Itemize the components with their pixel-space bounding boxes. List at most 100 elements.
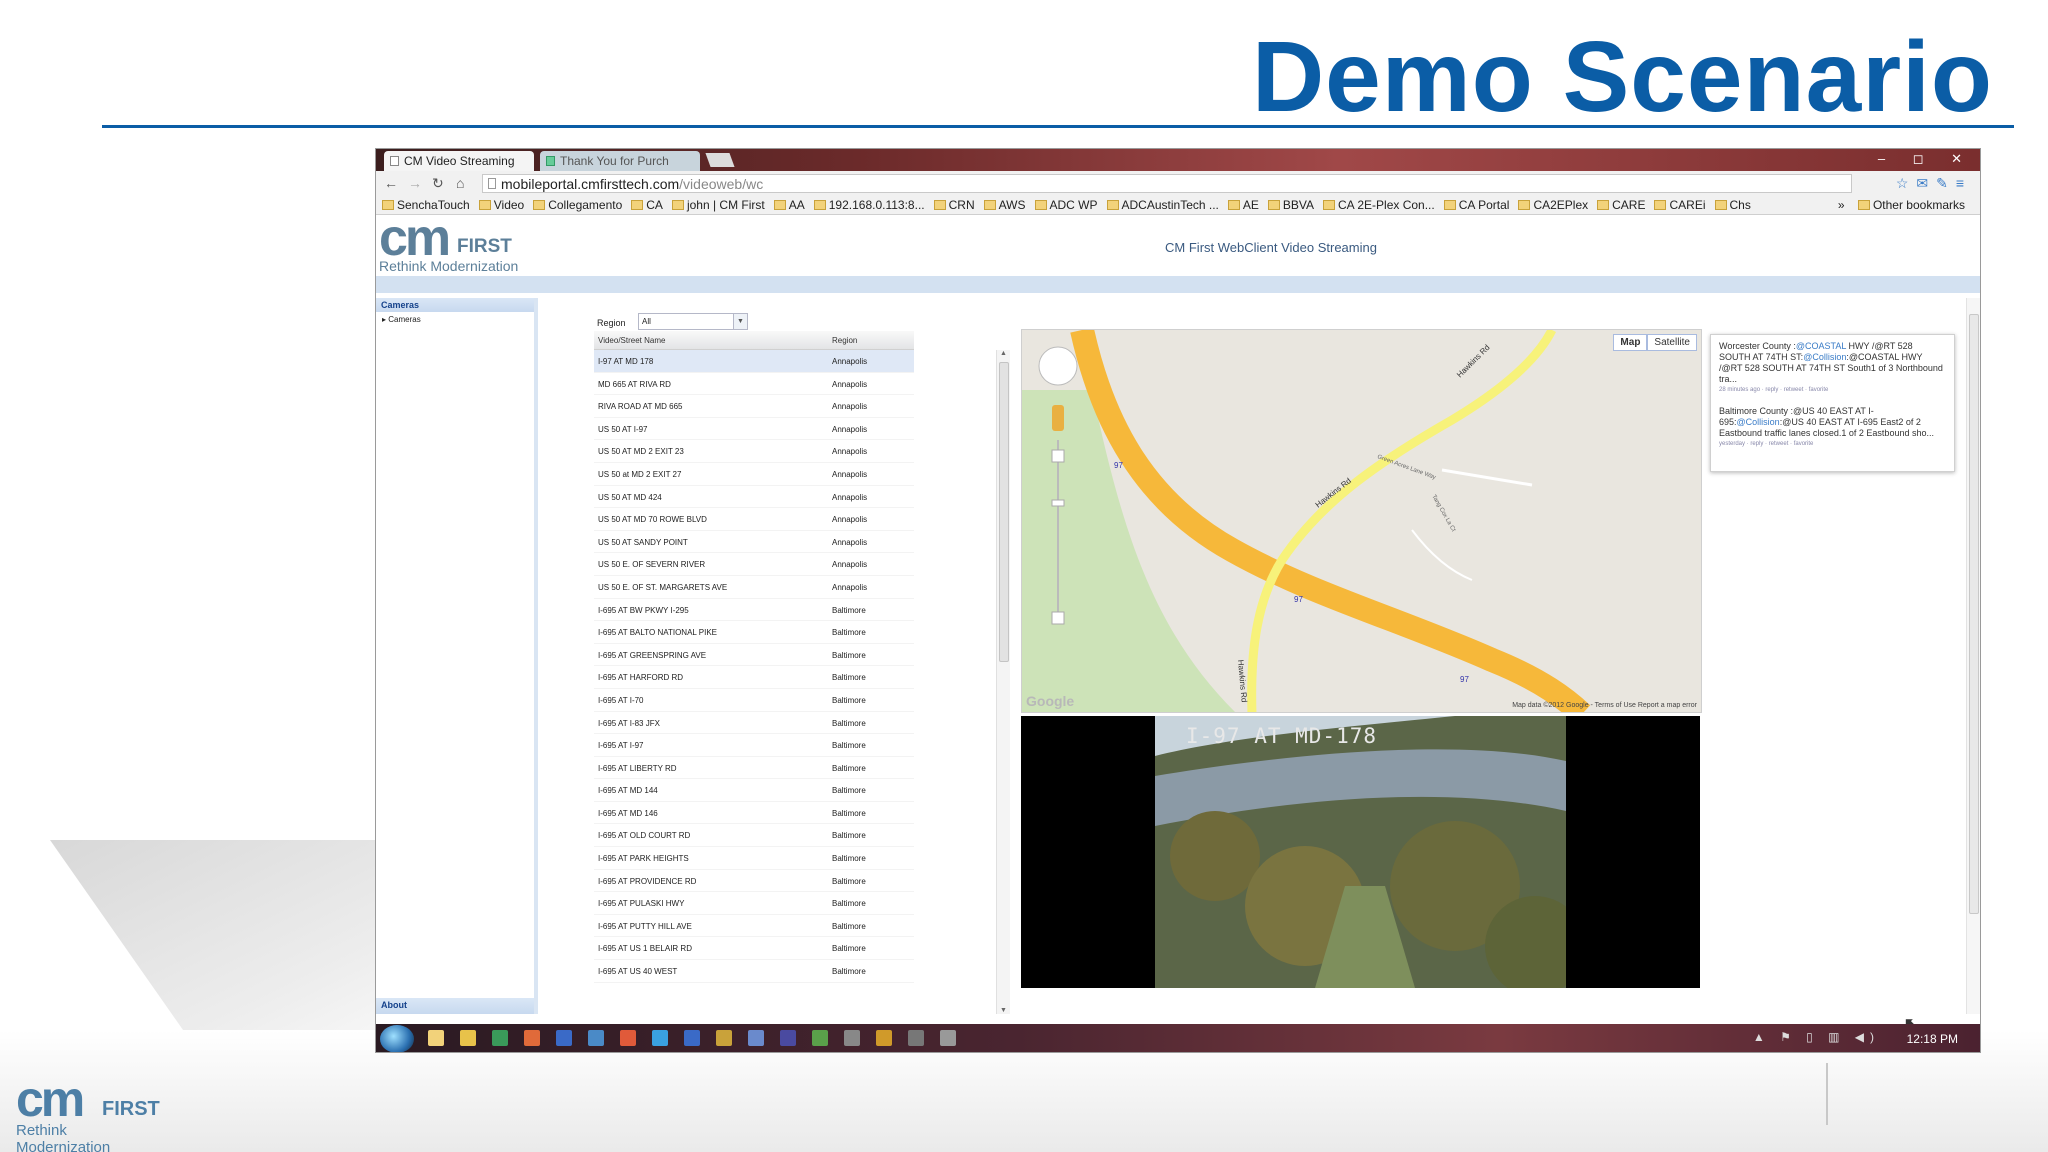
zoom-out-icon[interactable] — [1051, 611, 1065, 625]
other-bookmarks-label[interactable]: Other bookmarks — [1858, 198, 1965, 212]
table-row[interactable]: US 50 AT I-97 Annapolis — [594, 418, 914, 441]
table-row[interactable]: I-695 AT PROVIDENCE RD Baltimore — [594, 870, 914, 893]
tweet-link[interactable]: @Collision — [1737, 417, 1780, 427]
bookmark-item[interactable]: 192.168.0.113:8... — [814, 198, 925, 212]
clock[interactable]: 12:18 PM — [1907, 1032, 1958, 1046]
chevron-down-icon[interactable]: ▼ — [733, 314, 747, 329]
table-row[interactable]: RIVA ROAD AT MD 665 Annapolis — [594, 395, 914, 418]
table-row[interactable]: I-695 AT I-83 JFX Baltimore — [594, 712, 914, 735]
taskbar-app-icon[interactable] — [428, 1030, 444, 1046]
bookmark-item[interactable]: CA Portal — [1444, 198, 1510, 212]
tweet-meta[interactable]: yesterday · reply · retweet · favorite — [1719, 439, 1946, 450]
grid-scrollbar[interactable]: ▲ ▼ — [996, 350, 1010, 1014]
extension-icons[interactable]: ☆✉✎≡ — [1896, 175, 1972, 192]
region-select[interactable]: All ▼ — [638, 313, 748, 330]
taskbar-app-icon[interactable] — [940, 1030, 956, 1046]
table-row[interactable]: I-695 AT LIBERTY RD Baltimore — [594, 757, 914, 780]
taskbar-app-icon[interactable] — [460, 1030, 476, 1046]
bookmark-item[interactable]: CA 2E-Plex Con... — [1323, 198, 1435, 212]
bookmark-item[interactable]: AE — [1228, 198, 1259, 212]
table-row[interactable]: I-695 AT PULASKI HWY Baltimore — [594, 892, 914, 915]
tree-item-cameras[interactable]: ▸ Cameras — [376, 312, 534, 327]
table-row[interactable]: I-695 AT PARK HEIGHTS Baltimore — [594, 847, 914, 870]
reload-icon[interactable]: ↻ — [432, 175, 444, 192]
table-row[interactable]: US 50 AT MD 2 EXIT 23 Annapolis — [594, 440, 914, 463]
taskbar-app-icon[interactable] — [748, 1030, 764, 1046]
table-row[interactable]: I-695 AT HARFORD RD Baltimore — [594, 666, 914, 689]
pan-control-icon[interactable] — [1038, 346, 1078, 386]
map-view[interactable]: 97 97 97 Hawkins Rd Hawkins Rd Hawkins R… — [1021, 329, 1702, 713]
system-tray[interactable]: ▲ ⚑ ▯ ▥ ◀) — [1753, 1030, 1880, 1044]
table-row[interactable]: I-695 AT BALTO NATIONAL PIKE Baltimore — [594, 621, 914, 644]
taskbar-app-icon[interactable] — [492, 1030, 508, 1046]
bookmark-item[interactable]: AA — [774, 198, 805, 212]
bookmarks-overflow[interactable]: » — [1838, 198, 1845, 212]
taskbar-app-icon[interactable] — [844, 1030, 860, 1046]
tweet-link[interactable]: @Collision — [1803, 352, 1846, 362]
table-row[interactable]: I-695 AT US 1 BELAIR RD Baltimore — [594, 937, 914, 961]
table-row[interactable]: I-695 AT MD 144 Baltimore — [594, 779, 914, 802]
video-player[interactable]: I-97 AT MD-178 — [1021, 716, 1700, 988]
bookmark-item[interactable]: Collegamento — [533, 198, 622, 212]
zoom-in-icon[interactable] — [1051, 449, 1065, 463]
home-icon[interactable]: ⌂ — [456, 175, 464, 191]
taskbar-app-icon[interactable] — [684, 1030, 700, 1046]
scroll-down-icon[interactable]: ▼ — [1000, 1007, 1007, 1014]
table-row[interactable]: US 50 AT SANDY POINT Annapolis — [594, 531, 914, 554]
taskbar-app-icon[interactable] — [620, 1030, 636, 1046]
tweet-link[interactable]: @COASTAL — [1796, 341, 1846, 351]
table-row[interactable]: I-695 AT I-97 Baltimore — [594, 734, 914, 757]
bookmark-item[interactable]: CA — [631, 198, 663, 212]
bookmark-item[interactable]: john | CM First — [672, 198, 765, 212]
scroll-up-icon[interactable]: ▲ — [1000, 350, 1007, 357]
table-row[interactable]: I-695 AT GREENSPRING AVE Baltimore — [594, 644, 914, 667]
back-icon[interactable]: ← — [384, 175, 398, 191]
page-scrollbar[interactable] — [1966, 298, 1980, 1014]
bookmark-item[interactable]: AWS — [984, 198, 1026, 212]
table-row[interactable]: US 50 at MD 2 EXIT 27 Annapolis — [594, 463, 914, 486]
tweet-meta[interactable]: 28 minutes ago · reply · retweet · favor… — [1719, 385, 1946, 396]
tab-cm-video-streaming[interactable]: CM Video Streaming — [384, 151, 534, 171]
taskbar-app-icon[interactable] — [524, 1030, 540, 1046]
about-panel-header[interactable]: About — [376, 998, 534, 1014]
window-controls[interactable]: – ◻ ✕ — [1878, 151, 1974, 167]
table-row[interactable]: US 50 AT MD 424 Annapolis — [594, 486, 914, 509]
bookmark-item[interactable]: CA2EPlex — [1518, 198, 1588, 212]
satellite-button[interactable]: Satellite — [1647, 334, 1697, 351]
taskbar-app-icon[interactable] — [588, 1030, 604, 1046]
zoom-handle[interactable] — [1051, 499, 1065, 507]
map-attribution[interactable]: Map data ©2012 Google - Terms of Use Rep… — [1512, 702, 1697, 709]
taskbar-app-icon[interactable] — [556, 1030, 572, 1046]
bookmark-item[interactable]: ADCAustinTech ... — [1107, 198, 1219, 212]
start-button[interactable] — [380, 1025, 414, 1052]
table-row[interactable]: US 50 AT MD 70 ROWE BLVD Annapolis — [594, 508, 914, 531]
table-row[interactable]: I-695 AT MD 146 Baltimore — [594, 802, 914, 825]
table-row[interactable]: US 50 E. OF SEVERN RIVER Annapolis — [594, 553, 914, 576]
other-bookmarks[interactable]: » Other bookmarks — [1838, 198, 1974, 212]
taskbar-app-icon[interactable] — [908, 1030, 924, 1046]
table-row[interactable]: I-97 AT MD 178 Annapolis — [594, 350, 914, 373]
bookmark-item[interactable]: Video — [479, 198, 524, 212]
table-row[interactable]: MD 665 AT RIVA RD Annapolis — [594, 373, 914, 396]
scrollbar-thumb[interactable] — [1969, 314, 1979, 914]
table-row[interactable]: I-695 AT US 40 WEST Baltimore — [594, 960, 914, 983]
table-row[interactable]: I-695 AT PUTTY HILL AVE Baltimore — [594, 915, 914, 938]
map-button[interactable]: Map — [1613, 334, 1648, 351]
table-row[interactable]: I-695 AT I-70 Baltimore — [594, 689, 914, 712]
forward-icon[interactable]: → — [408, 175, 422, 191]
taskbar-app-icon[interactable] — [812, 1030, 828, 1046]
column-header-name[interactable]: Video/Street Name — [598, 336, 665, 345]
table-row[interactable]: I-695 AT BW PKWY I-295 Baltimore — [594, 599, 914, 622]
bookmark-item[interactable]: CRN — [934, 198, 975, 212]
scrollbar-thumb[interactable] — [999, 362, 1009, 662]
url-input[interactable]: mobileportal.cmfirsttech.com/videoweb/wc — [482, 174, 1852, 193]
bookmark-item[interactable]: Chs — [1715, 198, 1751, 212]
table-row[interactable]: US 50 E. OF ST. MARGARETS AVE Annapolis — [594, 576, 914, 599]
bookmark-item[interactable]: ADC WP — [1035, 198, 1098, 212]
cameras-panel-header[interactable]: Cameras — [376, 298, 534, 312]
bookmark-item[interactable]: CAREi — [1654, 198, 1705, 212]
bookmark-item[interactable]: CARE — [1597, 198, 1645, 212]
taskbar-app-icon[interactable] — [780, 1030, 796, 1046]
taskbar-app-icon[interactable] — [876, 1030, 892, 1046]
new-tab-button[interactable] — [705, 153, 735, 167]
